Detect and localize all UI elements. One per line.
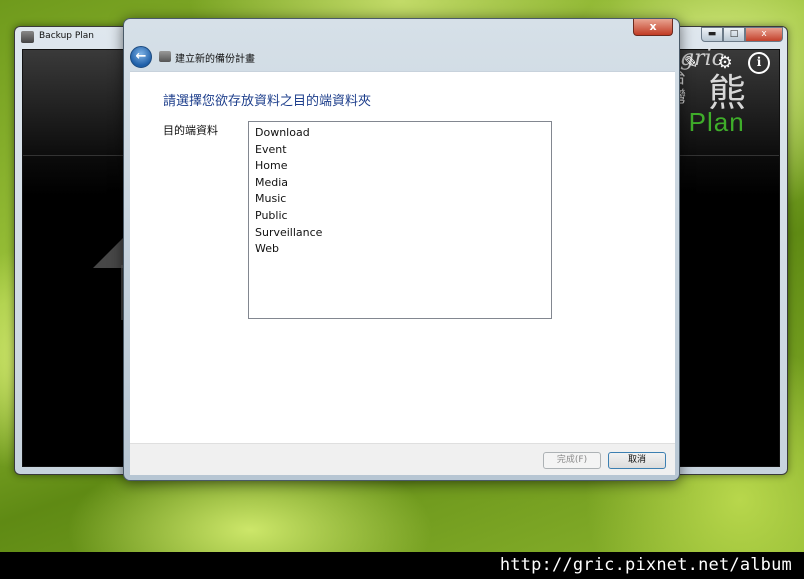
folder-list-item[interactable]: Music <box>255 191 545 208</box>
folder-list-item[interactable]: Surveillance <box>255 225 545 242</box>
instruction-text: 請選擇您欲存放資料之目的端資料夾 <box>163 94 372 109</box>
dialog-close-button[interactable]: x <box>633 19 673 36</box>
url-watermark-bar: http://gric.pixnet.net/album <box>0 552 804 579</box>
backup-plan-app-icon <box>21 31 34 43</box>
dialog-content: 請選擇您欲存放資料之目的端資料夾 目的端資料 Download Event Home… <box>130 71 675 443</box>
minimize-button[interactable]: ▬ <box>701 27 723 42</box>
back-button[interactable]: ← <box>130 46 152 68</box>
destination-folder-label: 目的端資料 <box>163 124 218 137</box>
wizard-title: 建立新的備份計畫 <box>175 54 255 65</box>
destination-folder-list[interactable]: Download Event Home Media Music Public Surveil… <box>248 121 552 319</box>
edit-icon[interactable]: ✎ <box>680 52 702 74</box>
create-backup-plan-dialog: x ← 建立新的備份計畫 請選擇您欲存放資料之目的端資料夾 目的端資料 Down… <box>123 18 680 481</box>
main-toolbar: ✎ ⚙ i <box>680 52 770 74</box>
folder-list-item[interactable]: Home <box>255 158 545 175</box>
url-watermark-text: http://gric.pixnet.net/album <box>499 555 792 575</box>
main-close-button[interactable]: x <box>745 27 783 42</box>
info-icon[interactable]: i <box>748 52 770 74</box>
dialog-nav-bar: ← 建立新的備份計畫 <box>130 46 673 68</box>
maximize-button[interactable]: □ <box>723 27 745 42</box>
dialog-footer: 完成(F) 取消 <box>130 443 675 475</box>
folder-list-item[interactable]: Web <box>255 241 545 258</box>
wizard-icon <box>159 51 171 62</box>
main-window-title: Backup Plan <box>39 31 94 41</box>
finish-button[interactable]: 完成(F) <box>543 452 601 469</box>
folder-list-item[interactable]: Event <box>255 142 545 159</box>
folder-list-item[interactable]: Public <box>255 208 545 225</box>
folder-list-item[interactable]: Media <box>255 175 545 192</box>
folder-list-item[interactable]: Download <box>255 125 545 142</box>
main-caption-buttons: ▬ □ x <box>701 27 783 42</box>
cancel-button[interactable]: 取消 <box>608 452 666 469</box>
settings-gear-icon[interactable]: ⚙ <box>714 52 736 74</box>
